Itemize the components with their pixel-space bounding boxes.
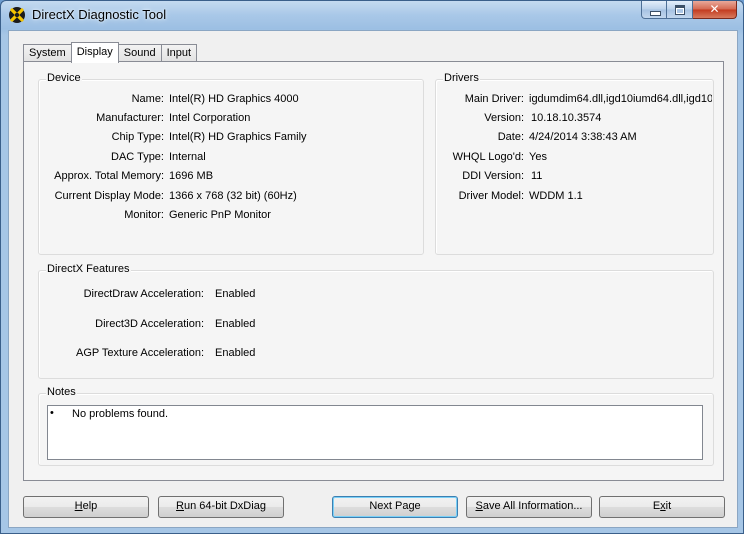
tab-sound[interactable]: Sound (117, 44, 162, 62)
manufacturer-label: Manufacturer: (96, 112, 164, 124)
save-accesskey: S (475, 500, 483, 512)
notes-textbox[interactable]: • No problems found. (47, 405, 703, 460)
notes-group-title: Notes (46, 386, 77, 398)
maximize-icon (675, 5, 685, 15)
notes-item: No problems found. (72, 408, 168, 420)
device-name-value: Intel(R) HD Graphics 4000 (169, 93, 299, 105)
close-icon: ✕ (709, 2, 720, 16)
display-tab-panel: Device Name: Intel(R) HD Graphics 4000 M… (23, 61, 724, 481)
direct3d-label: Direct3D Acceleration: (95, 318, 204, 330)
run-64bit-dxdiag-button[interactable]: Run 64-bit DxDiag (158, 496, 284, 518)
features-group-title: DirectX Features (46, 263, 131, 275)
notes-group: Notes • No problems found. (38, 386, 714, 466)
directx-icon (9, 7, 25, 23)
display-mode-value: 1366 x 768 (32 bit) (60Hz) (169, 190, 297, 202)
direct3d-value: Enabled (215, 318, 256, 330)
window-title: DirectX Diagnostic Tool (32, 7, 167, 22)
main-driver-label: Main Driver: (464, 93, 524, 105)
driver-version-label: Version: (484, 112, 524, 124)
save-all-information-button[interactable]: Save All Information... (466, 496, 592, 518)
notes-bullet: • (50, 407, 54, 419)
directdraw-value: Enabled (215, 288, 256, 300)
device-group: Device Name: Intel(R) HD Graphics 4000 M… (38, 72, 424, 255)
main-driver-value: igdumdim64.dll,igd10iumd64.dll,igd10 (529, 93, 712, 105)
driver-model-value: WDDM 1.1 (529, 190, 583, 202)
monitor-label: Monitor: (124, 209, 164, 221)
title-bar[interactable]: DirectX Diagnostic Tool ✕ (1, 1, 743, 29)
driver-date-value: 4/24/2014 3:38:43 AM (529, 131, 637, 143)
monitor-value: Generic PnP Monitor (169, 209, 271, 221)
directdraw-label: DirectDraw Acceleration: (83, 288, 204, 300)
driver-model-label: Driver Model: (458, 190, 524, 202)
whql-label: WHQL Logo'd: (452, 151, 524, 163)
close-button[interactable]: ✕ (693, 1, 737, 19)
agp-texture-label: AGP Texture Acceleration: (76, 347, 204, 359)
drivers-group: Drivers Main Driver: igdumdim64.dll,igd1… (435, 72, 714, 255)
help-button-label-post: elp (82, 500, 98, 512)
agp-texture-value: Enabled (215, 347, 256, 359)
minimize-icon (650, 11, 661, 16)
ddi-version-label: DDI Version: (462, 170, 524, 182)
help-button-accesskey: H (74, 500, 83, 512)
whql-value: Yes (529, 151, 547, 163)
display-mode-label: Current Display Mode: (54, 190, 164, 202)
help-button[interactable]: Help (23, 496, 149, 518)
ddi-version-value: 11 (531, 170, 543, 182)
directx-features-group: DirectX Features DirectDraw Acceleration… (38, 263, 714, 379)
total-memory-label: Approx. Total Memory: (54, 170, 164, 182)
dxdiag-window: DirectX Diagnostic Tool ✕ System Display… (0, 0, 744, 534)
exit-button[interactable]: Exit (599, 496, 725, 518)
manufacturer-value: Intel Corporation (169, 112, 251, 124)
save-label-post: ave All Information... (482, 500, 583, 512)
tab-display[interactable]: Display (70, 42, 119, 63)
run64-accesskey: R (176, 500, 184, 512)
dac-type-value: Internal (169, 151, 206, 163)
chip-type-label: Chip Type: (111, 131, 164, 143)
minimize-button[interactable] (641, 1, 667, 19)
driver-date-label: Date: (497, 131, 524, 143)
tab-system[interactable]: System (23, 44, 72, 62)
chip-type-value: Intel(R) HD Graphics Family (169, 131, 307, 143)
device-name-label: Name: (131, 93, 164, 105)
exit-label-post: it (665, 500, 672, 512)
tab-strip: System Display Sound Input (23, 42, 198, 63)
dac-type-label: DAC Type: (111, 151, 164, 163)
drivers-group-title: Drivers (443, 72, 480, 84)
run64-label-post: un 64-bit DxDiag (184, 500, 266, 512)
maximize-button[interactable] (667, 1, 693, 19)
tab-input[interactable]: Input (160, 44, 198, 62)
device-group-title: Device (46, 72, 82, 84)
driver-version-value: 10.18.10.3574 (531, 112, 602, 124)
dialog-client-area: System Display Sound Input Device Name: … (8, 30, 738, 528)
next-page-button[interactable]: Next Page (332, 496, 458, 518)
total-memory-value: 1696 MB (169, 170, 214, 182)
